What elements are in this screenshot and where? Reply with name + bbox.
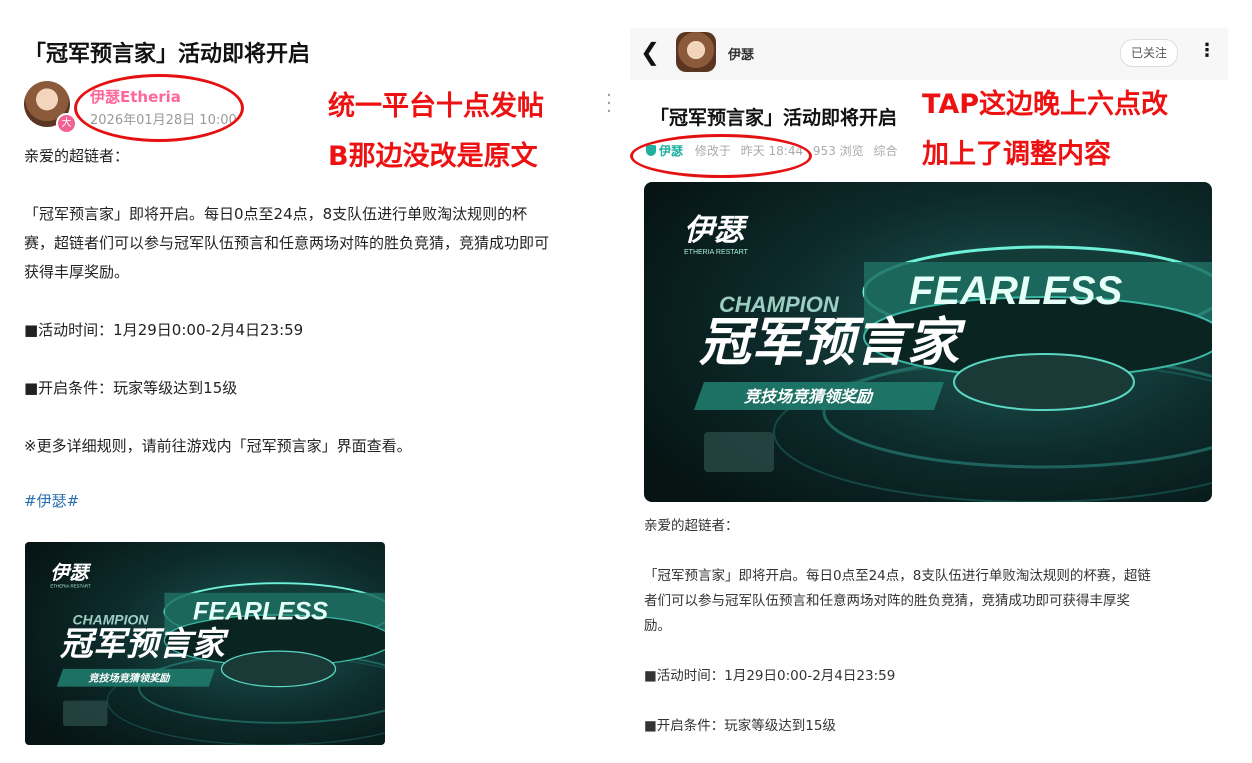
banner-sub-text: 竞技场竞猜领奖励	[744, 387, 874, 406]
tap-post-title: 「冠军预言家」活动即将开启	[650, 107, 898, 129]
banner-main-text: 冠军预言家	[699, 313, 966, 373]
banner-logo-sub: ETHERIA RESTART	[50, 584, 91, 589]
tap-body-condition: ■开启条件：玩家等级达到15级	[644, 718, 836, 734]
annotation-text-2: B那边没改是原文	[328, 141, 538, 172]
banner-fearless-text: FEARLESS	[193, 597, 328, 625]
tap-more-options-icon[interactable]: ⋮	[1198, 40, 1216, 61]
banner-logo-sub: ETHERIA RESTART	[684, 249, 749, 256]
left-body-time: ■活动时间：1月29日0:00-2月4日23:59	[24, 321, 304, 339]
tap-body-para-line1: 「冠军预言家」即将开启。每日0点至24点，8支队伍进行单败淘汰规则的杯赛，超链	[644, 568, 1151, 584]
banner-fearless-text: FEARLESS	[909, 269, 1123, 313]
back-arrow-icon[interactable]: ❮	[640, 38, 660, 66]
left-banner-image[interactable]: FEARLESS 伊瑟 ETHERIA RESTART CHAMPION 冠军预…	[25, 542, 385, 745]
left-author-level-badge: 大	[56, 113, 77, 134]
left-body-para-line1: 「冠军预言家」即将开启。每日0点至24点，8支队伍进行单败淘汰规则的杯	[24, 205, 528, 223]
left-body-para-line3: 获得丰厚奖励。	[24, 263, 130, 281]
left-post-title: 「冠军预言家」活动即将开启	[24, 42, 311, 67]
follow-button[interactable]: 已关注	[1120, 39, 1178, 67]
left-more-options-icon[interactable]: · · ·	[600, 87, 618, 121]
tap-meta-tag[interactable]: 综合	[873, 144, 897, 158]
left-body-note: ※更多详细规则，请前往游戏内「冠军预言家」界面查看。	[24, 437, 412, 455]
left-body-condition: ■开启条件：玩家等级达到15级	[24, 379, 238, 397]
tap-banner-image[interactable]: FEARLESS 伊瑟 ETHERIA RESTART CHAMPION 冠军预…	[644, 182, 1212, 502]
left-body-para-line2: 赛，超链者们可以参与冠军队伍预言和任意两场对阵的胜负竞猜，竞猜成功即可	[24, 234, 550, 252]
banner-sub-text: 竞技场竞猜领奖励	[88, 673, 171, 685]
banner-logo: 伊瑟	[50, 562, 91, 584]
banner-main-text: 冠军预言家	[60, 624, 230, 663]
annotation-text-1: 统一平台十点发帖	[328, 91, 544, 122]
tap-author-name[interactable]: 伊瑟	[728, 44, 754, 63]
annotation-text-4: 加上了调整内容	[922, 139, 1111, 170]
tap-meta-views: 953 浏览	[812, 144, 864, 158]
tap-author-avatar[interactable]	[676, 32, 716, 72]
tap-body-time: ■活动时间：1月29日0:00-2月4日23:59	[644, 668, 896, 684]
left-hashtag-link[interactable]: #伊瑟#	[24, 490, 79, 511]
tap-body-greeting: 亲爱的超链者：	[644, 518, 739, 534]
tap-body-para-line2: 者们可以参与冠军队伍预言和任意两场对阵的胜负竞猜，竞猜成功即可获得丰厚奖	[644, 593, 1130, 609]
annotation-circle-left-author	[74, 74, 244, 142]
annotation-circle-tap-meta	[630, 134, 812, 178]
tap-body-para-line3: 励。	[644, 618, 671, 634]
annotation-text-3: TAP这边晚上六点改	[922, 89, 1169, 120]
banner-logo: 伊瑟	[684, 213, 749, 248]
